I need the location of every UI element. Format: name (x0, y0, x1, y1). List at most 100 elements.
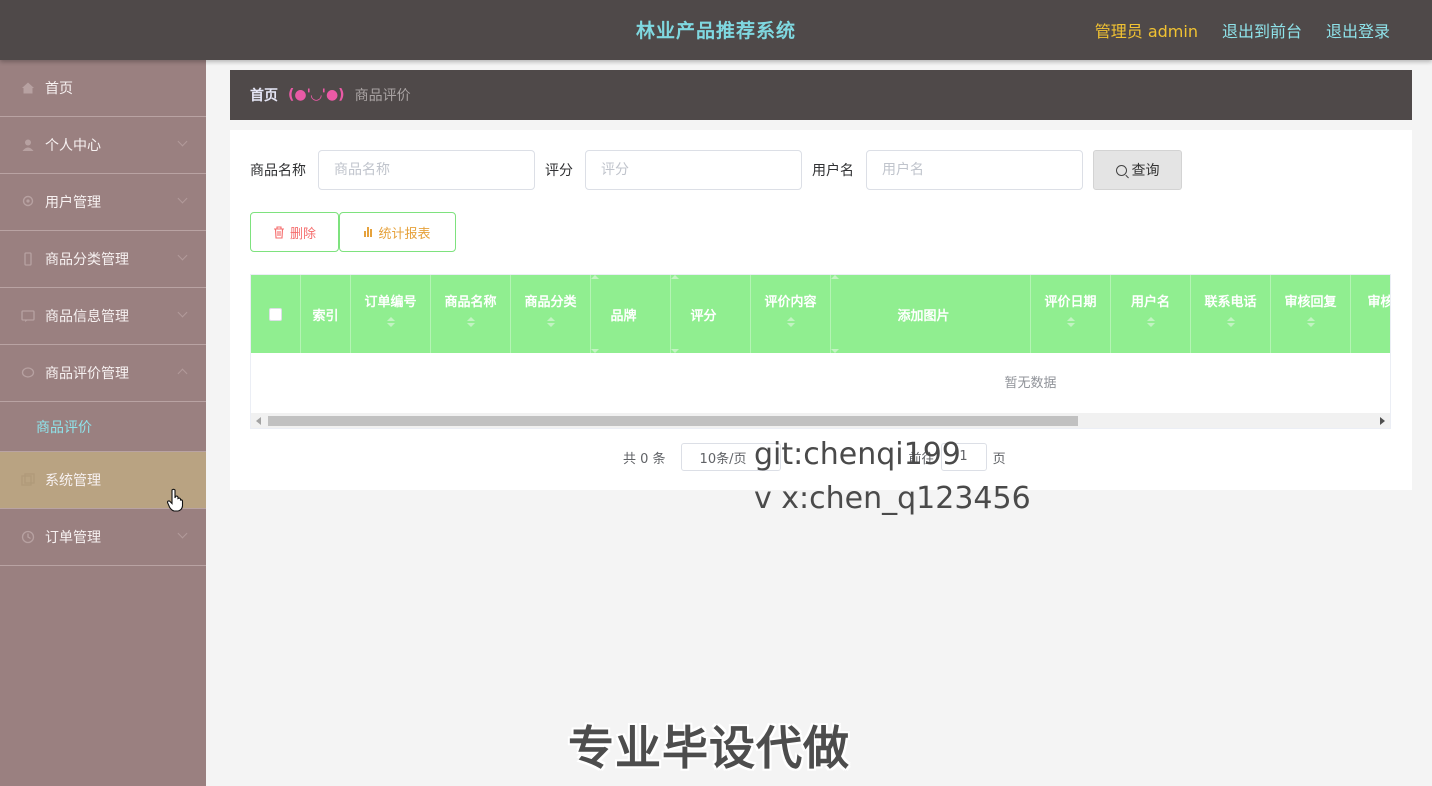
product-name-label: 商品名称 (250, 163, 306, 179)
column-header[interactable]: 评价日期 (1031, 275, 1111, 353)
sidebar: 首页 个人中心 用户管理 商品分类管理 商品信息管理 商品评价管理 商品评价 系… (0, 60, 206, 786)
chevron-up-icon (177, 368, 188, 379)
report-button[interactable]: 统计报表 (339, 212, 456, 252)
chevron-down-icon (177, 250, 188, 261)
username-input[interactable] (866, 150, 1083, 190)
column-header[interactable]: 审核 (1351, 275, 1391, 353)
column-label: 订单编号 (364, 295, 417, 310)
sort-icon[interactable] (643, 309, 651, 319)
delete-button-label: 删除 (289, 226, 316, 242)
main-panel: 商品名称 评分 用户名 查询 删除 统计报表 索引 订单编号 商品名称 商品分类 (230, 130, 1412, 490)
sidebar-item-label: 订单管理 (45, 530, 101, 546)
column-header[interactable]: 添加图片 (831, 275, 1031, 353)
order-icon (20, 529, 36, 545)
report-button-label: 统计报表 (378, 226, 431, 242)
category-icon (20, 251, 36, 267)
top-header: 林业产品推荐系统 管理员 admin 退出到前台 退出登录 (0, 0, 1432, 60)
sidebar-item-category-management[interactable]: 商品分类管理 (0, 231, 206, 288)
rating-label: 评分 (545, 163, 573, 179)
sidebar-item-user-management[interactable]: 用户管理 (0, 174, 206, 231)
watermark-wechat: v x:chen_q123456 (754, 481, 1031, 516)
sort-icon[interactable] (786, 317, 795, 327)
header-actions: 管理员 admin 退出到前台 退出登录 (1095, 0, 1390, 60)
column-label: 评价内容 (764, 295, 817, 310)
column-header[interactable]: 商品分类 (511, 275, 591, 353)
select-all-column (251, 275, 301, 353)
column-header[interactable]: 联系电话 (1191, 275, 1271, 353)
column-header[interactable]: 品牌 (591, 275, 671, 353)
horizontal-scrollbar[interactable] (251, 413, 1390, 428)
hand-cursor-icon (166, 488, 184, 512)
column-header[interactable]: 评分 (671, 275, 751, 353)
trash-icon (273, 225, 284, 239)
column-header[interactable]: 审核回复 (1271, 275, 1351, 353)
sidebar-item-label: 商品评价管理 (45, 366, 129, 382)
column-header[interactable]: 用户名 (1111, 275, 1191, 353)
breadcrumb-current: 商品评价 (354, 88, 411, 104)
username-label: 用户名 (812, 163, 854, 179)
rating-input[interactable] (585, 150, 802, 190)
chevron-down-icon (177, 193, 188, 204)
column-label: 用户名 (1130, 295, 1170, 310)
total-count: 共 0 条 (623, 451, 666, 467)
scrollbar-thumb[interactable] (268, 416, 1078, 426)
sort-icon[interactable] (956, 309, 964, 319)
sort-icon[interactable] (1066, 317, 1075, 327)
column-label: 审核 (1367, 295, 1391, 310)
column-label: 审核回复 (1284, 295, 1337, 310)
sidebar-item-personal-center[interactable]: 个人中心 (0, 117, 206, 174)
product-icon (20, 308, 36, 324)
sort-icon[interactable] (1226, 317, 1235, 327)
comment-icon (20, 365, 36, 381)
sidebar-item-label: 用户管理 (45, 195, 101, 211)
scroll-right-icon[interactable] (1380, 417, 1385, 425)
search-form: 商品名称 评分 用户名 查询 (250, 150, 1182, 190)
sidebar-item-label: 商品分类管理 (45, 252, 129, 268)
query-button-label: 查询 (1131, 163, 1160, 179)
delete-button[interactable]: 删除 (250, 212, 339, 252)
home-icon (20, 80, 36, 96)
query-button[interactable]: 查询 (1093, 150, 1182, 190)
sidebar-item-review-management[interactable]: 商品评价管理 (0, 345, 206, 402)
system-icon (20, 472, 36, 488)
sidebar-item-home[interactable]: 首页 (0, 60, 206, 117)
chevron-down-icon (177, 528, 188, 539)
breadcrumb: 首页 (●'◡'●) 商品评价 (230, 70, 1412, 120)
breadcrumb-home[interactable]: 首页 (250, 85, 278, 105)
action-bar: 删除 统计报表 (250, 212, 456, 252)
scroll-left-icon[interactable] (256, 417, 261, 425)
exit-to-front-link[interactable]: 退出到前台 (1222, 18, 1302, 42)
sidebar-item-product-management[interactable]: 商品信息管理 (0, 288, 206, 345)
watermark-git: git:chenqi199 (754, 437, 961, 472)
column-label: 商品名称 (444, 295, 497, 310)
column-header[interactable]: 订单编号 (351, 275, 431, 353)
sort-icon[interactable] (1146, 317, 1155, 327)
sort-icon[interactable] (466, 317, 475, 327)
column-header[interactable]: 商品名称 (431, 275, 511, 353)
search-icon (1115, 164, 1127, 176)
column-header[interactable]: 评价内容 (751, 275, 831, 353)
sidebar-item-label: 首页 (45, 81, 73, 97)
sort-icon[interactable] (386, 317, 395, 327)
users-icon (20, 194, 36, 210)
chevron-down-icon (177, 307, 188, 318)
logout-link[interactable]: 退出登录 (1326, 18, 1390, 42)
current-user: 管理员 admin (1094, 22, 1198, 41)
table-header: 索引 订单编号 商品名称 商品分类 品牌 评分 评价内容 添加图片 评价日期 用… (251, 275, 1391, 353)
sidebar-item-label: 商品信息管理 (45, 309, 129, 325)
sort-icon[interactable] (1306, 317, 1315, 327)
page-suffix: 页 (992, 451, 1006, 467)
select-all-checkbox[interactable] (269, 307, 282, 321)
column-label: 评价日期 (1044, 295, 1097, 310)
reviews-table: 索引 订单编号 商品名称 商品分类 品牌 评分 评价内容 添加图片 评价日期 用… (250, 274, 1391, 429)
promo-banner: 专业毕设代做 (568, 721, 850, 775)
user-icon (20, 137, 36, 153)
sort-icon[interactable] (546, 317, 555, 327)
column-label: 联系电话 (1204, 295, 1257, 310)
sort-icon[interactable] (723, 309, 731, 319)
sidebar-item-order-management[interactable]: 订单管理 (0, 509, 206, 566)
sidebar-item-label: 个人中心 (45, 138, 101, 154)
column-label: 添加图片 (897, 308, 950, 324)
product-name-input[interactable] (318, 150, 535, 190)
sidebar-subitem-reviews[interactable]: 商品评价 (0, 402, 206, 452)
